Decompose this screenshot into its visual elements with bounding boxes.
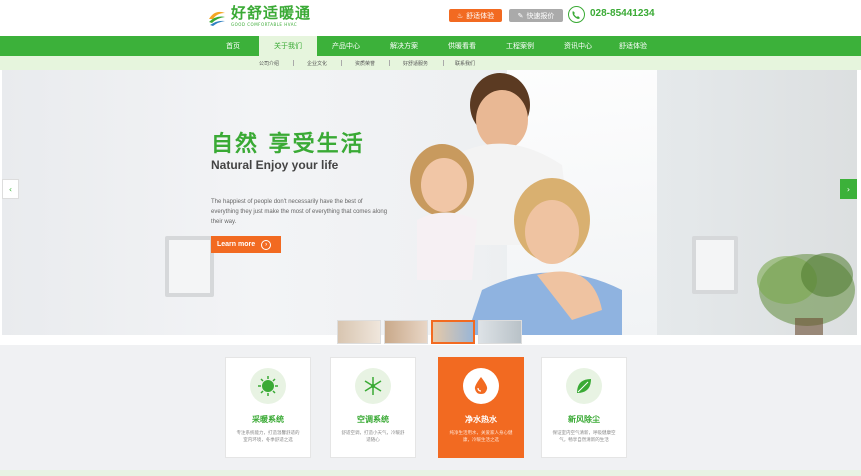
feature-card-heating[interactable]: 采暖系统 专注系统能力，打造温馨舒适的室内环境，冬季舒适之选 xyxy=(225,357,311,458)
slide-thumbnail[interactable] xyxy=(478,320,522,344)
wall-frame-image xyxy=(692,236,738,294)
family-photo xyxy=(410,73,622,335)
main-nav: 首页 关于我们 产品中心 解决方案 供暖看看 工程案例 资讯中心 舒适体验 xyxy=(0,36,861,56)
sub-nav: 公司介绍 企业文化 资质荣誉 好舒适服务 联系我们 xyxy=(0,56,861,70)
feature-card-ac[interactable]: 空调系统 舒适空调，打造小天气，冷暖舒适随心 xyxy=(330,357,416,458)
nav-item-products[interactable]: 产品中心 xyxy=(317,36,375,56)
slide-thumbnail[interactable] xyxy=(431,320,475,344)
snowflake-icon xyxy=(355,368,391,404)
subnav-item-honors[interactable]: 资质荣誉 xyxy=(355,56,375,70)
wall-frame-image xyxy=(165,236,214,297)
subnav-item-contact[interactable]: 联系我们 xyxy=(455,56,475,70)
banner-subtitle: Natural Enjoy your life xyxy=(211,158,339,172)
subnav-divider xyxy=(293,60,294,66)
next-slide-button[interactable]: › xyxy=(840,179,857,199)
logo-icon xyxy=(207,7,227,27)
nav-item-news[interactable]: 资讯中心 xyxy=(549,36,607,56)
nav-item-home[interactable]: 首页 xyxy=(207,36,259,56)
quick-quote-button[interactable]: ✎ 快速报价 xyxy=(509,9,563,22)
logo[interactable]: 好舒适暖通 GOOD COMFORTABLE HVAC xyxy=(207,6,311,27)
feature-card-ventilation[interactable]: 新风除尘 保证室内空气清新，呼吸健康空气，畅享自然清新的生活 xyxy=(541,357,627,458)
subnav-item-culture[interactable]: 企业文化 xyxy=(307,56,327,70)
sun-icon xyxy=(250,368,286,404)
banner-title: 自然 享受生活 xyxy=(211,132,365,157)
slide-thumbnail[interactable] xyxy=(337,320,381,344)
subnav-divider xyxy=(389,60,390,66)
logo-subtitle: GOOD COMFORTABLE HVAC xyxy=(231,22,298,27)
phone-icon xyxy=(568,6,585,23)
nav-item-solutions[interactable]: 解决方案 xyxy=(375,36,433,56)
subnav-divider xyxy=(341,60,342,66)
site-header: 好舒适暖通 GOOD COMFORTABLE HVAC ♨ 舒适体验 ✎ 快速报… xyxy=(0,0,861,36)
footer-strip xyxy=(0,470,861,476)
experience-button[interactable]: ♨ 舒适体验 xyxy=(449,9,502,22)
phone-number: 028-85441234 xyxy=(590,8,655,19)
pencil-icon: ✎ xyxy=(517,11,524,20)
feature-card-water[interactable]: 净水热水 纯净生活用水，关爱家人身心健康，冷暖生活之选 xyxy=(438,357,524,458)
chevron-right-icon: › xyxy=(261,239,272,250)
leaf-icon xyxy=(566,368,602,404)
logo-title: 好舒适暖通 xyxy=(231,4,312,22)
nav-item-heating[interactable]: 供暖看看 xyxy=(433,36,491,56)
plant-image xyxy=(757,253,855,335)
subnav-item-company[interactable]: 公司介绍 xyxy=(259,56,279,70)
slide-thumbnail[interactable] xyxy=(384,320,428,344)
subnav-item-service[interactable]: 好舒适服务 xyxy=(403,56,428,70)
learn-more-button[interactable]: Learn more › xyxy=(211,236,281,253)
hero-banner: 自然 享受生活 Natural Enjoy your life The happ… xyxy=(2,70,857,335)
prev-slide-button[interactable]: ‹ xyxy=(2,179,19,199)
features-section: 采暖系统 专注系统能力，打造温馨舒适的室内环境，冬季舒适之选 空调系统 舒适空调… xyxy=(0,345,861,476)
slide-thumbnails xyxy=(337,320,522,344)
flame-icon: ♨ xyxy=(456,11,464,20)
subnav-divider xyxy=(443,60,444,66)
nav-item-experience[interactable]: 舒适体验 xyxy=(607,36,659,56)
nav-item-about[interactable]: 关于我们 xyxy=(259,36,317,56)
banner-description: The happiest of people don't necessarily… xyxy=(211,199,388,225)
nav-item-cases[interactable]: 工程案例 xyxy=(491,36,549,56)
water-drop-icon xyxy=(463,368,499,404)
